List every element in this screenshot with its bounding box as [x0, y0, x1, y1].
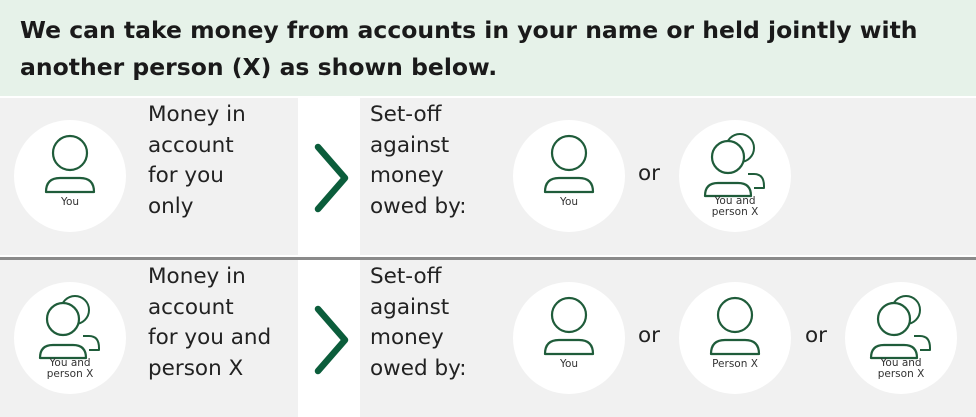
target-you-badge: You [513, 120, 625, 232]
single-person-icon [44, 134, 96, 194]
target-joint-badge: You and person X [679, 120, 791, 232]
chevron-right-icon [314, 143, 349, 213]
target-caption: You and person X [877, 357, 925, 380]
or-word: or [638, 161, 660, 186]
source-caption: You [60, 196, 80, 208]
money-description: Money in account for you only [148, 102, 246, 219]
source-caption: You and person X [46, 357, 94, 380]
two-people-icon [703, 132, 766, 198]
single-person-icon [543, 134, 595, 194]
money-description: Money in account for you and person X [148, 264, 272, 381]
intro-heading: We can take money from accounts in your … [20, 16, 918, 81]
target-person-x-badge: Person X [679, 282, 791, 394]
setoff-row-joint-account: You and person X Money in account for yo… [0, 260, 976, 417]
two-people-icon [869, 294, 932, 360]
setoff-description: Set-off against money owed by: [370, 264, 467, 381]
target-caption: You and person X [711, 195, 759, 218]
intro-banner: We can take money from accounts in your … [0, 0, 976, 96]
target-caption: You [559, 196, 579, 208]
two-people-icon [38, 294, 101, 360]
single-person-icon [709, 296, 761, 356]
or-word: or [805, 323, 827, 348]
single-person-icon [543, 296, 595, 356]
setoff-row-sole-account: You Money in account for you only Set-of… [0, 98, 976, 255]
target-caption: You [559, 358, 579, 370]
setoff-description: Set-off against money owed by: [370, 102, 467, 219]
source-joint-badge: You and person X [14, 282, 126, 394]
target-joint-badge: You and person X [845, 282, 957, 394]
or-word: or [638, 323, 660, 348]
source-you-badge: You [14, 120, 126, 232]
target-you-badge: You [513, 282, 625, 394]
target-caption: Person X [712, 358, 758, 370]
chevron-right-icon [314, 305, 349, 375]
